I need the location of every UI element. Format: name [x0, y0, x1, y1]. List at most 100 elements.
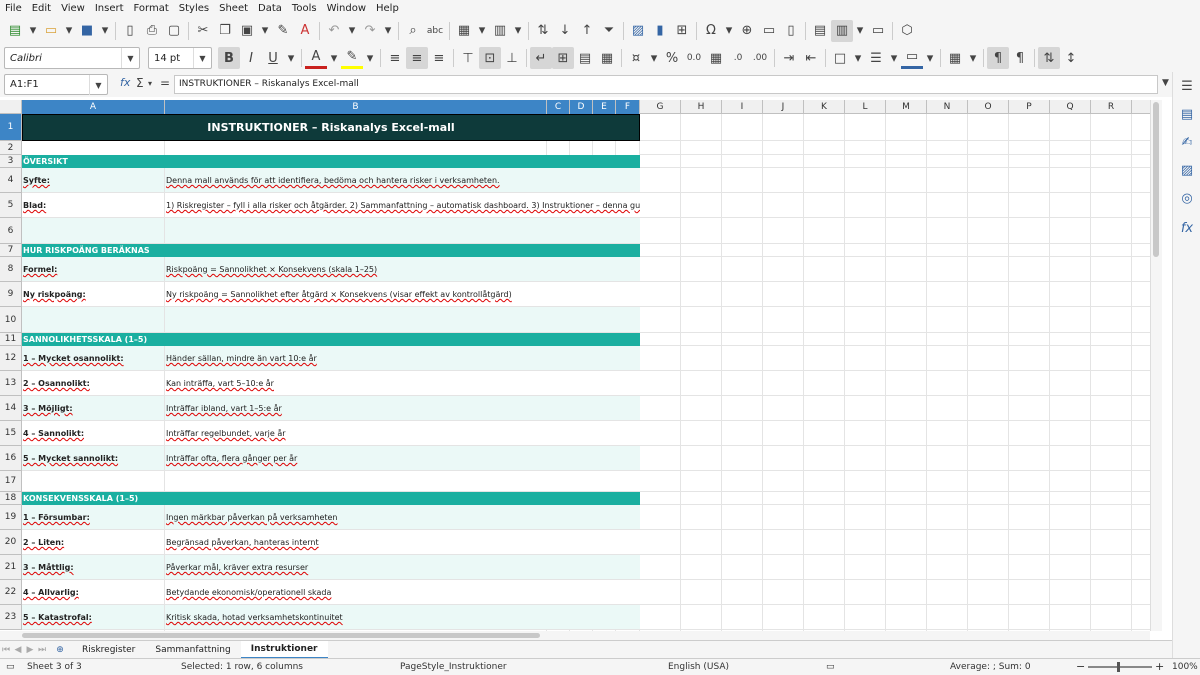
row-header[interactable]: 20	[0, 530, 22, 555]
language[interactable]: English (USA)	[668, 662, 729, 672]
chevron-down-icon[interactable]: ▼	[193, 48, 211, 68]
font-name-box[interactable]: Calibri ▼	[4, 47, 140, 69]
value-cell[interactable]: Påverkar mål, kräver extra resurser	[165, 555, 640, 580]
menu-format[interactable]: Format	[129, 3, 174, 14]
redo-dropdown-icon[interactable]: ▾	[381, 20, 395, 42]
properties-icon[interactable]: ▤	[1177, 104, 1197, 124]
row-dropdown-icon[interactable]: ▾	[475, 20, 489, 42]
bold-icon[interactable]: B	[218, 47, 240, 69]
title-cell[interactable]: INSTRUKTIONER – Riskanalys Excel-mall	[22, 114, 640, 141]
gallery-icon[interactable]: ▨	[1177, 160, 1197, 180]
column-header-f[interactable]: F	[616, 100, 640, 114]
borders-dropdown-icon[interactable]: ▾	[851, 47, 865, 69]
percent-format-icon[interactable]: %	[661, 47, 683, 69]
text-direction-ltr-icon[interactable]: ¶	[987, 47, 1009, 69]
cut-icon[interactable]: ✂	[192, 20, 214, 42]
paste-icon[interactable]: ▣	[236, 20, 258, 42]
row-header[interactable]: 3	[0, 155, 22, 168]
menu-tools[interactable]: Tools	[287, 3, 322, 14]
decrease-indent-icon[interactable]: ⇤	[800, 47, 822, 69]
headers-footers-icon[interactable]: ▯	[780, 20, 802, 42]
print-icon[interactable]: ⎙	[141, 20, 163, 42]
label-cell[interactable]: Formel:	[22, 257, 164, 282]
row-header[interactable]: 19	[0, 505, 22, 530]
find-replace-icon[interactable]: ⌕	[402, 20, 424, 42]
zoom-level[interactable]: 100%	[1172, 662, 1198, 672]
chevron-down-icon[interactable]: ▼	[89, 75, 107, 95]
value-cell[interactable]: Händer sällan, mindre än vart 10:e år	[165, 346, 640, 371]
sum-dropdown-icon[interactable]: ▾	[148, 79, 152, 88]
last-sheet-icon[interactable]: ⏭	[36, 645, 48, 655]
vertical-scroll-thumb[interactable]	[1153, 102, 1159, 257]
conditional-dropdown-icon[interactable]: ▾	[966, 47, 980, 69]
insert-image-icon[interactable]: ▨	[627, 20, 649, 42]
section-header[interactable]: SANNOLIKHETSSKALA (1–5)	[22, 333, 640, 346]
column-header-d[interactable]: D	[570, 100, 593, 114]
value-cell[interactable]	[165, 307, 640, 333]
expand-formula-icon[interactable]: ▼	[1162, 78, 1169, 88]
delete-decimal-icon[interactable]: .00	[749, 47, 771, 69]
label-cell[interactable]: 1 – Mycket osannolikt:	[22, 346, 164, 371]
spelling-icon[interactable]: abc	[424, 20, 446, 42]
row-icon[interactable]: ▦	[453, 20, 475, 42]
horizontal-scrollbar[interactable]	[0, 631, 1150, 640]
menu-edit[interactable]: Edit	[27, 3, 56, 14]
border-color-dropdown-icon[interactable]: ▾	[923, 47, 937, 69]
align-center-icon[interactable]: ≡	[406, 47, 428, 69]
conditional-format-icon[interactable]: ▦	[944, 47, 966, 69]
row-header[interactable]: 13	[0, 371, 22, 396]
label-cell[interactable]: 3 – Måttlig:	[22, 555, 164, 580]
column-dropdown-icon[interactable]: ▾	[511, 20, 525, 42]
undo-dropdown-icon[interactable]: ▾	[345, 20, 359, 42]
functions-icon[interactable]: fx	[1177, 218, 1197, 238]
menu-view[interactable]: View	[56, 3, 90, 14]
comment-icon[interactable]: ▭	[758, 20, 780, 42]
label-cell[interactable]	[22, 471, 164, 492]
show-draw-functions-icon[interactable]: ⬡	[896, 20, 918, 42]
export-pdf-icon[interactable]: ▯	[119, 20, 141, 42]
label-cell[interactable]: 5 – Mycket sannolikt:	[22, 446, 164, 471]
undo-icon[interactable]: ↶	[323, 20, 345, 42]
row-header[interactable]: 5	[0, 193, 22, 218]
align-middle-icon[interactable]: ⊡	[479, 47, 501, 69]
column-header-c[interactable]: C	[547, 100, 570, 114]
page-style[interactable]: PageStyle_Instruktioner	[400, 662, 507, 672]
label-cell[interactable]: 1 – Försumbar:	[22, 505, 164, 530]
navigator-icon[interactable]: ◎	[1177, 188, 1197, 208]
sheet-tab-riskregister[interactable]: Riskregister	[72, 641, 145, 659]
column-header-l[interactable]: L	[845, 100, 886, 114]
row-header[interactable]: 9	[0, 282, 22, 307]
zoom-slider[interactable]	[1088, 666, 1152, 668]
clone-formatting-icon[interactable]: ✎	[272, 20, 294, 42]
section-header[interactable]: HUR RISKPOÄNG BERÄKNAS	[22, 244, 640, 257]
menu-help[interactable]: Help	[371, 3, 404, 14]
next-sheet-icon[interactable]: ▶	[24, 645, 36, 655]
horizontal-scroll-thumb[interactable]	[22, 633, 540, 638]
sidebar-menu-icon[interactable]: ☰	[1177, 76, 1197, 96]
stacked-text-icon[interactable]: ↕	[1060, 47, 1082, 69]
value-cell[interactable]: Inträffar ofta, flera gånger per år	[165, 446, 640, 471]
row-header[interactable]: 8	[0, 257, 22, 282]
merge-center-icon[interactable]: ⊞	[552, 47, 574, 69]
value-cell[interactable]: Riskpoäng = Sannolikhet × Konsekvens (sk…	[165, 257, 640, 282]
label-cell[interactable]: 3 – Möjligt:	[22, 396, 164, 421]
font-color-icon[interactable]: A	[305, 47, 327, 69]
label-cell[interactable]: 2 – Liten:	[22, 530, 164, 555]
formula-input[interactable]: INSTRUKTIONER – Riskanalys Excel-mall	[174, 75, 1158, 94]
row-header[interactable]: 21	[0, 555, 22, 580]
split-window-icon[interactable]: ▭	[867, 20, 889, 42]
currency-format-icon[interactable]: ¤	[625, 47, 647, 69]
add-decimal-icon[interactable]: .0	[727, 47, 749, 69]
menu-sheet[interactable]: Sheet	[214, 3, 253, 14]
column-header-o[interactable]: O	[968, 100, 1009, 114]
row-header[interactable]: 6	[0, 218, 22, 244]
menu-styles[interactable]: Styles	[174, 3, 214, 14]
value-cell[interactable]: Begränsad påverkan, hanteras internt	[165, 530, 640, 555]
selection-mode-icon[interactable]: ▭	[826, 662, 835, 672]
section-header[interactable]: KONSEKVENSSKALA (1–5)	[22, 492, 640, 505]
freeze-rows-columns-icon[interactable]: ▥	[831, 19, 853, 42]
column-header-a[interactable]: A	[22, 100, 165, 114]
redo-icon[interactable]: ↷	[359, 20, 381, 42]
section-header[interactable]: ÖVERSIKT	[22, 155, 640, 168]
vertical-scrollbar[interactable]	[1150, 100, 1162, 631]
